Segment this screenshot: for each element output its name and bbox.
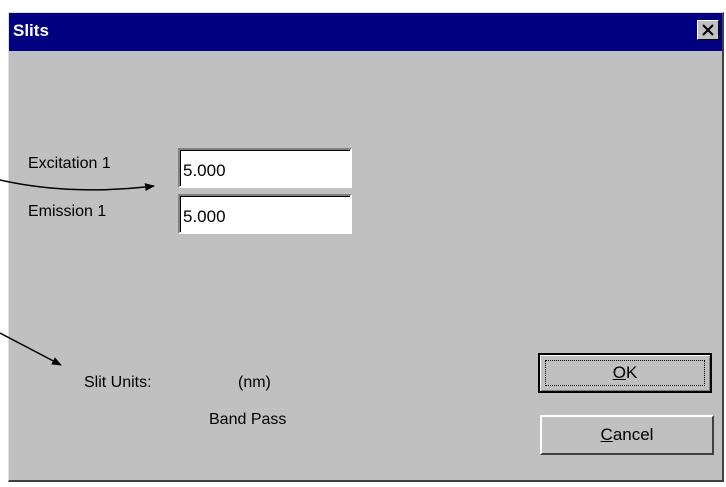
excitation-label: Excitation 1: [28, 155, 111, 172]
emission-input[interactable]: [178, 194, 352, 234]
excitation-input[interactable]: [178, 148, 352, 188]
cancel-button[interactable]: Cancel: [540, 415, 714, 455]
close-x-icon: [702, 24, 714, 36]
ok-button[interactable]: OK: [538, 353, 712, 393]
band-pass-label: Band Pass: [209, 411, 287, 428]
window-title: Slits: [13, 21, 49, 40]
ok-button-label: OK: [612, 363, 638, 382]
title-bar[interactable]: Slits: [9, 13, 722, 51]
slits-dialog: Slits Excitation 1 Emission 1 Slit Units…: [8, 12, 724, 482]
close-button[interactable]: [697, 20, 719, 40]
emission-label: Emission 1: [28, 203, 107, 220]
slit-units-label: Slit Units:: [84, 374, 152, 391]
slit-units-value: (nm): [238, 374, 271, 391]
cancel-button-label: Cancel: [600, 425, 654, 444]
